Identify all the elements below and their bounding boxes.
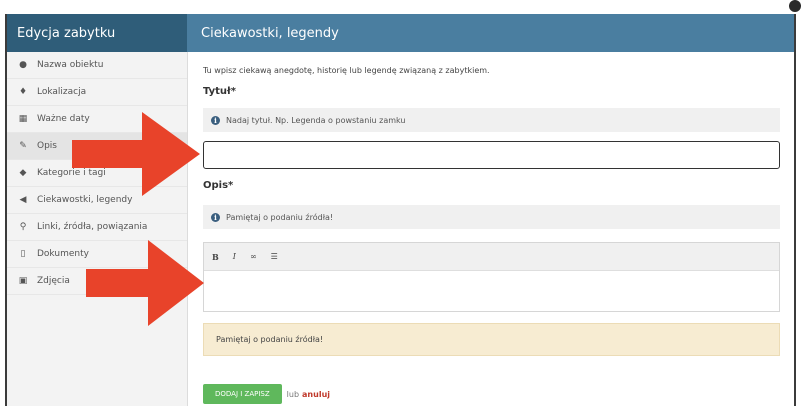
info-icon: i <box>211 212 220 222</box>
sidebar-item-label: Nazwa obiektu <box>37 60 104 70</box>
description-label: Opis* <box>203 180 234 191</box>
section-title: Ciekawostki, legendy <box>187 14 794 52</box>
submit-row: DODAJ I ZAPISZ lub anuluj <box>203 384 330 404</box>
calendar-icon: ▦ <box>18 114 28 124</box>
map-pin-icon: ♦ <box>18 87 28 97</box>
sidebar-item-label: Opis <box>37 141 57 151</box>
arrow-to-title-icon <box>72 112 200 196</box>
intro-text: Tu wpisz ciekawą anegdotę, historię lub … <box>203 66 490 75</box>
sidebar-item-label: Lokalizacja <box>37 87 87 97</box>
sidebar: Edycja zabytku ● Nazwa obiektu ♦ Lokalizacj… <box>7 14 188 406</box>
info-icon: i <box>211 115 220 125</box>
cancel-link[interactable]: anuluj <box>302 390 330 399</box>
sidebar-item-label: Linki, źródła, powiązania <box>37 222 148 232</box>
corner-dot <box>789 0 801 12</box>
title-hint-text: Nadaj tytuł. Np. Legenda o powstaniu zam… <box>226 115 406 125</box>
title-input[interactable] <box>203 141 780 169</box>
sidebar-item-label: Dokumenty <box>37 249 89 259</box>
bold-button[interactable]: B <box>212 252 219 262</box>
sidebar-item-1[interactable]: ♦ Lokalizacja <box>7 79 187 106</box>
list-icon[interactable]: ☰ <box>271 252 278 261</box>
info-circle-icon: ● <box>19 60 27 70</box>
link-icon: ⚲ <box>19 222 27 232</box>
document-icon: ▯ <box>20 249 26 259</box>
editor-toolbar: B I ∞ ☰ <box>204 243 779 271</box>
edit-icon: ✎ <box>19 141 27 151</box>
tag-icon: ◆ <box>19 168 27 178</box>
add-and-save-button[interactable]: DODAJ I ZAPISZ <box>203 384 282 404</box>
editor-text-area[interactable] <box>204 271 779 311</box>
bullhorn-icon: ◀ <box>19 195 27 205</box>
title-hint: i Nadaj tytuł. Np. Legenda o powstaniu z… <box>203 108 780 132</box>
sidebar-item-6[interactable]: ⚲ Linki, źródła, powiązania <box>7 214 187 241</box>
sidebar-item-label: Ciekawostki, legendy <box>37 195 133 205</box>
sidebar-title: Edycja zabytku <box>7 14 187 52</box>
link-icon[interactable]: ∞ <box>250 252 257 261</box>
description-editor[interactable]: B I ∞ ☰ <box>203 242 780 312</box>
sidebar-item-0[interactable]: ● Nazwa obiektu <box>7 52 187 79</box>
italic-button[interactable]: I <box>233 252 236 261</box>
title-label: Tytuł* <box>203 86 236 97</box>
source-warning: Pamiętaj o podaniu źródła! <box>203 323 780 356</box>
arrow-to-description-icon <box>86 240 204 326</box>
image-icon: ▣ <box>18 276 28 286</box>
description-hint: i Pamiętaj o podaniu źródła! <box>203 205 780 229</box>
description-hint-text: Pamiętaj o podaniu źródła! <box>226 212 334 222</box>
edit-window: Edycja zabytku ● Nazwa obiektu ♦ Lokalizacj… <box>5 14 796 406</box>
sidebar-item-label: Zdjęcia <box>37 276 70 286</box>
main-panel: Ciekawostki, legendy Tu wpisz ciekawą an… <box>187 14 794 406</box>
or-text: lub <box>286 389 300 399</box>
